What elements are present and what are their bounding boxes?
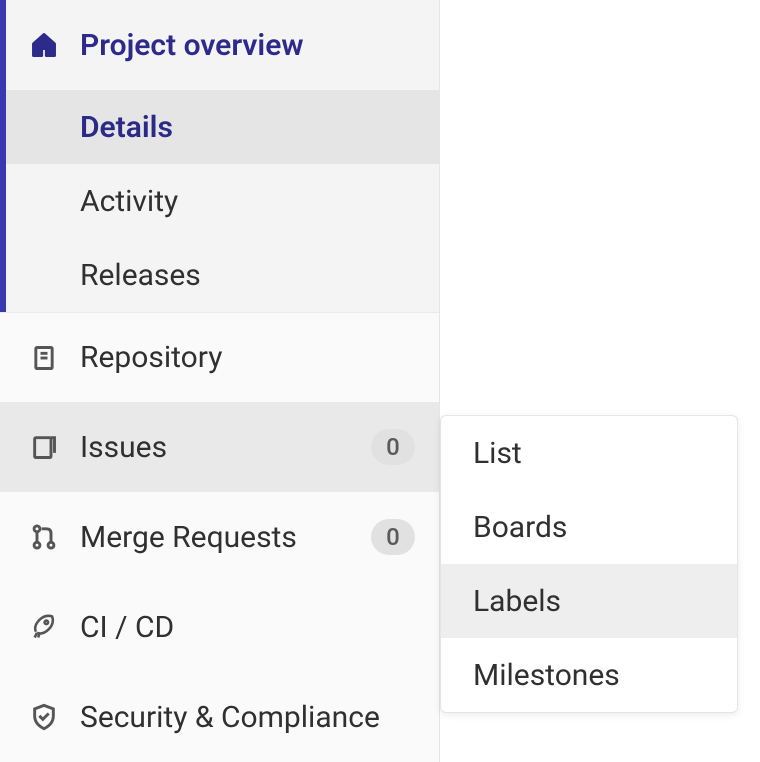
merge-request-icon [30, 523, 58, 551]
flyout-item-label: Boards [473, 510, 567, 545]
shield-icon [30, 703, 58, 731]
sidebar-item-label: Repository [80, 340, 415, 375]
sidebar-item-label: Merge Requests [80, 520, 371, 555]
sidebar-item-repository[interactable]: Repository [0, 312, 439, 402]
sidebar: Project overview Details Activity Releas… [0, 0, 440, 762]
flyout-item-label: Milestones [473, 658, 620, 693]
flyout-item-boards[interactable]: Boards [441, 490, 737, 564]
sidebar-item-issues[interactable]: Issues 0 [0, 402, 439, 492]
file-icon [30, 344, 58, 372]
home-icon [30, 31, 58, 59]
sidebar-item-security[interactable]: Security & Compliance [0, 672, 439, 762]
sidebar-item-label: Issues [80, 430, 371, 465]
sidebar-item-label: Project overview [80, 28, 415, 63]
sub-item-details[interactable]: Details [0, 90, 439, 164]
sub-item-activity[interactable]: Activity [0, 164, 439, 238]
overview-sub-items: Details Activity Releases [0, 90, 439, 312]
sidebar-item-label: Security & Compliance [80, 700, 415, 735]
flyout-item-label: List [473, 436, 522, 471]
flyout-item-list[interactable]: List [441, 416, 737, 490]
sidebar-item-merge-requests[interactable]: Merge Requests 0 [0, 492, 439, 582]
sub-item-releases[interactable]: Releases [0, 238, 439, 312]
issues-flyout-menu: List Boards Labels Milestones [440, 415, 738, 713]
sub-item-label: Details [80, 110, 173, 145]
rocket-icon [30, 613, 58, 641]
sidebar-item-project-overview[interactable]: Project overview [0, 0, 439, 90]
sidebar-item-cicd[interactable]: CI / CD [0, 582, 439, 672]
sidebar-item-label: CI / CD [80, 610, 415, 645]
flyout-item-label: Labels [473, 584, 561, 619]
sub-item-label: Releases [80, 258, 201, 293]
issues-count-badge: 0 [371, 429, 415, 465]
issues-icon [30, 433, 58, 461]
merge-requests-count-badge: 0 [371, 519, 415, 555]
flyout-item-labels[interactable]: Labels [441, 564, 737, 638]
sub-item-label: Activity [80, 184, 178, 219]
flyout-item-milestones[interactable]: Milestones [441, 638, 737, 712]
